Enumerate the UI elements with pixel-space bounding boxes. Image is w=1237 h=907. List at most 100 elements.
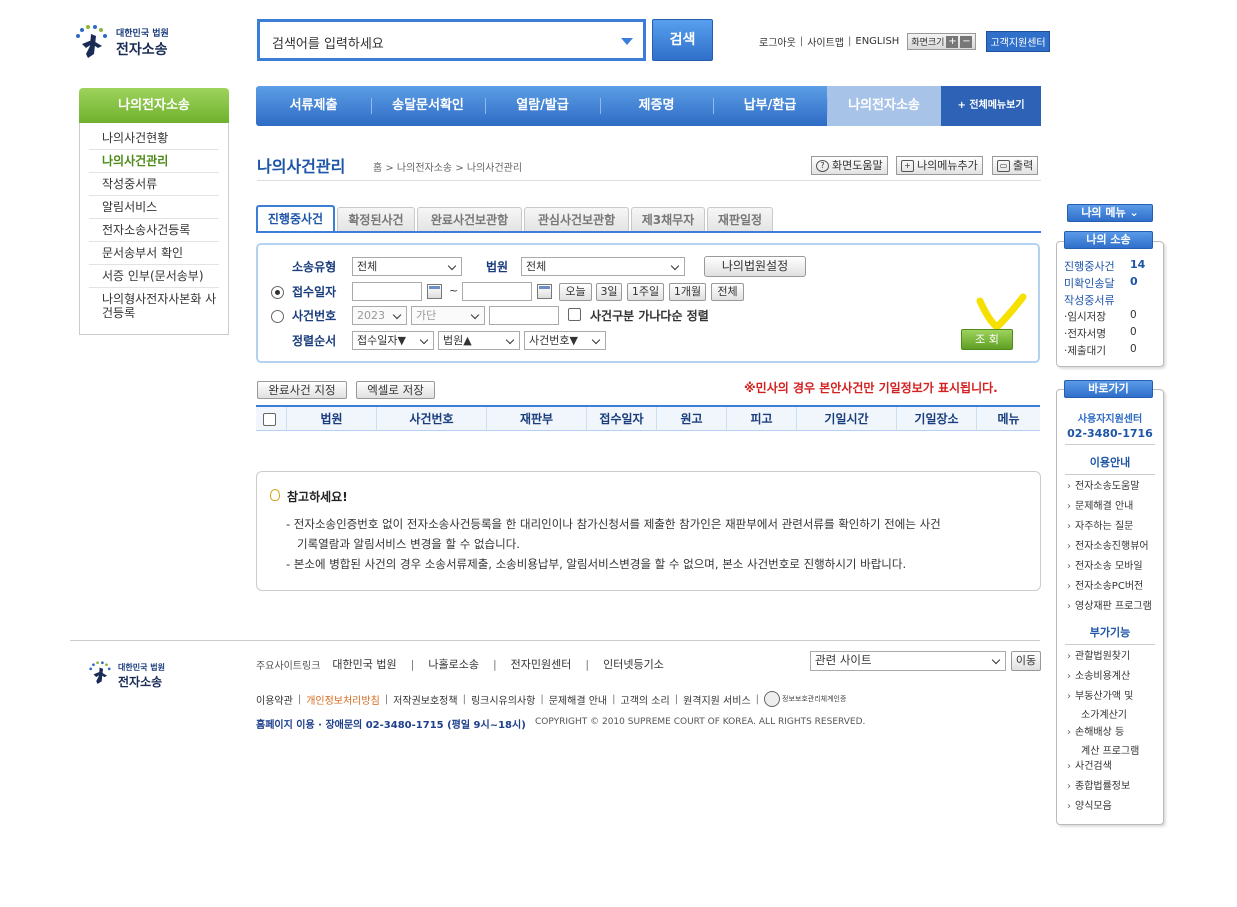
lookup-button[interactable]: 조 회 (961, 329, 1013, 350)
tab-interest-archive[interactable]: 관심사건보관함 (524, 207, 629, 232)
print-button[interactable]: ▭ 출력 (992, 156, 1039, 175)
site-e-civil[interactable]: 전자민원센터 (511, 656, 572, 672)
column-hearing-time[interactable]: 기일시간 (796, 407, 896, 430)
related-sites-select[interactable]: 관련 사이트 (810, 651, 1006, 671)
calendar-icon[interactable] (537, 284, 552, 299)
court-logo[interactable]: 대한민국 법원 전자소송 (74, 22, 184, 62)
left-nav-item-drafts[interactable]: 작성중서류 (89, 173, 219, 196)
column-hearing-place[interactable]: 기일장소 (896, 407, 976, 430)
zoom-in-button[interactable]: + (946, 35, 959, 48)
in-progress-count-row[interactable]: 진행중사건 14 (1064, 258, 1156, 274)
sort-by-case-type-checkbox[interactable] (568, 308, 581, 321)
link-legal-info[interactable]: 종합법률정보 (1067, 780, 1130, 793)
link-property-value[interactable]: 부동산가액 및 (1067, 690, 1133, 703)
column-defendant[interactable]: 피고 (726, 407, 796, 430)
column-receipt-date[interactable]: 접수일자 (586, 407, 656, 430)
case-code-select[interactable]: 가단 (411, 306, 485, 325)
logout-link[interactable]: 로그아웃 (759, 34, 796, 49)
left-nav-item-criminal-register[interactable]: 나의형사전자사본화 사건등록 (89, 288, 219, 324)
court-select[interactable]: 전체 (521, 257, 685, 276)
left-nav-item-case-management[interactable]: 나의사건관리 (89, 150, 219, 173)
my-court-setting-button[interactable]: 나의법원설정 (704, 256, 806, 277)
left-nav-item-notification[interactable]: 알림서비스 (89, 196, 219, 219)
period-1week-button[interactable]: 1주일 (627, 283, 664, 301)
link-mobile[interactable]: 전자소송 모바일 (1067, 560, 1143, 573)
mark-completed-button[interactable]: 완료사건 지정 (257, 381, 347, 399)
search-input[interactable]: 검색어를 입력하세요 (257, 19, 646, 61)
link-cost-calc[interactable]: 소송비용계산 (1067, 670, 1130, 683)
date-from-input[interactable] (352, 282, 422, 301)
case-type-select[interactable]: 전체 (352, 257, 462, 276)
column-court[interactable]: 법원 (286, 407, 376, 430)
menu-view-issue[interactable]: 열람/발급 (485, 86, 600, 126)
link-video-trial[interactable]: 영상재판 프로그램 (1067, 600, 1152, 613)
chevron-down-icon[interactable] (621, 38, 633, 45)
receipt-date-radio[interactable] (271, 286, 284, 299)
footer-link-troubleshoot[interactable]: 문제해결 안내 (549, 692, 607, 707)
link-damages-2[interactable]: 계산 프로그램 (1081, 742, 1139, 757)
site-registry[interactable]: 인터넷등기소 (603, 656, 664, 672)
menu-document-submit[interactable]: 서류제출 (256, 86, 371, 126)
left-nav-item-case-status[interactable]: 나의사건현황 (89, 127, 219, 150)
link-property-value-2[interactable]: 소가계산기 (1081, 706, 1127, 721)
link-viewer[interactable]: 전자소송진행뷰어 (1067, 540, 1149, 553)
search-button[interactable]: 검색 (652, 19, 713, 61)
english-link[interactable]: ENGLISH (855, 36, 899, 47)
period-3days-button[interactable]: 3일 (596, 283, 622, 301)
footer-link-feedback[interactable]: 고객의 소리 (621, 692, 670, 707)
sort-second-select[interactable]: 법원▲ (438, 331, 520, 350)
case-serial-input[interactable] (489, 306, 559, 325)
link-forms[interactable]: 양식모음 (1067, 800, 1112, 813)
link-help[interactable]: 전자소송도움말 (1067, 480, 1139, 493)
date-to-input[interactable] (462, 282, 532, 301)
link-faq[interactable]: 자주하는 질문 (1067, 520, 1133, 533)
link-troubleshoot[interactable]: 문제해결 안내 (1067, 500, 1133, 513)
site-self-litigation[interactable]: 나홀로소송 (428, 656, 479, 672)
menu-certificate[interactable]: 제증명 (600, 86, 713, 126)
sitemap-link[interactable]: 사이트맵 (807, 34, 844, 49)
left-nav-item-document-check[interactable]: 문서송부서 확인 (89, 242, 219, 265)
footer-link-copyright[interactable]: 저작권보호정책 (393, 692, 457, 707)
help-button[interactable]: ? 화면도움말 (811, 156, 888, 175)
site-court[interactable]: 대한민국 법원 (332, 656, 396, 672)
e-signed-row[interactable]: ·전자서명 0 (1064, 326, 1156, 341)
pending-submit-row[interactable]: ·제출대기 0 (1064, 343, 1156, 358)
menu-my-lawsuit[interactable]: 나의전자소송 (827, 86, 941, 126)
column-court-division[interactable]: 재판부 (486, 407, 586, 430)
all-menu-button[interactable]: + 전체메뉴보기 (941, 86, 1041, 126)
column-plaintiff[interactable]: 원고 (656, 407, 726, 430)
tab-trial-schedule[interactable]: 재판일정 (707, 207, 773, 232)
unchecked-delivery-row[interactable]: 미확인송달 0 (1064, 275, 1156, 291)
calendar-icon[interactable] (427, 284, 442, 299)
period-1month-button[interactable]: 1개월 (669, 283, 706, 301)
my-menu-button[interactable]: 나의 메뉴 ⌄ (1067, 204, 1153, 222)
temp-saved-row[interactable]: ·임시저장 0 (1064, 309, 1156, 324)
link-case-search[interactable]: 사건검색 (1067, 760, 1112, 773)
tab-third-debtor[interactable]: 제3채무자 (631, 207, 705, 232)
period-all-button[interactable]: 전체 (711, 283, 744, 301)
left-nav-item-case-register[interactable]: 전자소송사건등록 (89, 219, 219, 242)
tab-confirmed[interactable]: 확정된사건 (337, 207, 415, 232)
link-damages[interactable]: 손해배상 등 (1067, 726, 1124, 739)
footer-link-remote[interactable]: 원격지원 서비스 (683, 692, 751, 707)
column-menu[interactable]: 메뉴 (976, 407, 1040, 430)
zoom-out-button[interactable]: − (960, 35, 973, 48)
menu-payment[interactable]: 납부/환급 (713, 86, 827, 126)
related-sites-go-button[interactable]: 이동 (1011, 651, 1041, 671)
year-select[interactable]: 2023 (352, 306, 407, 325)
tab-in-progress[interactable]: 진행중사건 (256, 205, 335, 232)
select-all-checkbox[interactable] (263, 413, 276, 426)
export-excel-button[interactable]: 엑셀로 저장 (356, 381, 435, 399)
footer-link-terms[interactable]: 이용약관 (256, 692, 293, 707)
add-my-menu-button[interactable]: + 나의메뉴추가 (896, 156, 983, 175)
drafts-row[interactable]: 작성중서류 (1064, 292, 1156, 308)
footer-link-privacy[interactable]: 개인정보처리방침 (306, 692, 380, 707)
link-pc-version[interactable]: 전자소송PC버전 (1067, 580, 1143, 593)
sort-third-select[interactable]: 사건번호▼ (524, 331, 606, 350)
support-center-button[interactable]: 고객지원센터 (986, 31, 1050, 52)
case-number-radio[interactable] (271, 310, 284, 323)
column-case-number[interactable]: 사건번호 (376, 407, 486, 430)
footer-link-link-policy[interactable]: 링크시유의사항 (471, 692, 535, 707)
menu-delivery-check[interactable]: 송달문서확인 (371, 86, 485, 126)
left-nav-item-evidence[interactable]: 서증 인부(문서송부) (89, 265, 219, 288)
